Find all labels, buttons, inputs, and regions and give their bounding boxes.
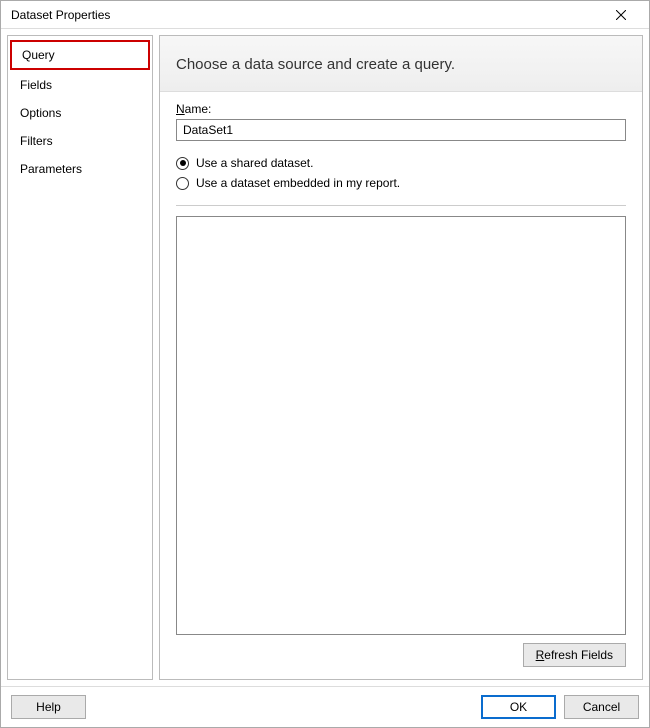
titlebar: Dataset Properties [1,1,649,29]
sidebar-item-filters[interactable]: Filters [10,128,150,154]
sidebar-item-fields[interactable]: Fields [10,72,150,98]
sidebar-item-label: Query [22,48,55,62]
sidebar-item-label: Filters [20,134,53,148]
dialog-body: Query Fields Options Filters Parameters … [1,29,649,686]
refresh-fields-button[interactable]: Refresh Fields [523,643,626,667]
sidebar-item-parameters[interactable]: Parameters [10,156,150,182]
radio-icon [176,157,189,170]
help-button[interactable]: Help [11,695,86,719]
query-textarea[interactable] [176,216,626,635]
dialog-title: Dataset Properties [11,8,110,22]
sidebar-item-query[interactable]: Query [10,40,150,70]
sidebar-item-label: Parameters [20,162,82,176]
close-icon [616,10,626,20]
panel-header: Choose a data source and create a query. [160,36,642,92]
divider [176,205,626,206]
dataset-properties-dialog: Dataset Properties Query Fields Options … [0,0,650,728]
sidebar: Query Fields Options Filters Parameters [7,35,153,680]
close-button[interactable] [601,3,641,27]
name-input[interactable] [176,119,626,141]
refresh-row: Refresh Fields [176,643,626,667]
dialog-footer: Help OK Cancel [1,686,649,727]
radio-label: Use a shared dataset. [196,156,313,170]
main-panel: Choose a data source and create a query.… [159,35,643,680]
ok-button[interactable]: OK [481,695,556,719]
name-label: Name: [176,102,626,116]
radio-icon [176,177,189,190]
radio-label: Use a dataset embedded in my report. [196,176,400,190]
radio-embedded-dataset[interactable]: Use a dataset embedded in my report. [176,173,626,193]
cancel-button[interactable]: Cancel [564,695,639,719]
footer-right: OK Cancel [481,695,639,719]
dataset-source-radio-group: Use a shared dataset. Use a dataset embe… [176,153,626,193]
panel-header-text: Choose a data source and create a query. [176,56,626,73]
radio-shared-dataset[interactable]: Use a shared dataset. [176,153,626,173]
sidebar-item-label: Fields [20,78,52,92]
sidebar-item-options[interactable]: Options [10,100,150,126]
panel-content: Name: Use a shared dataset. Use a datase… [160,92,642,679]
sidebar-item-label: Options [20,106,61,120]
